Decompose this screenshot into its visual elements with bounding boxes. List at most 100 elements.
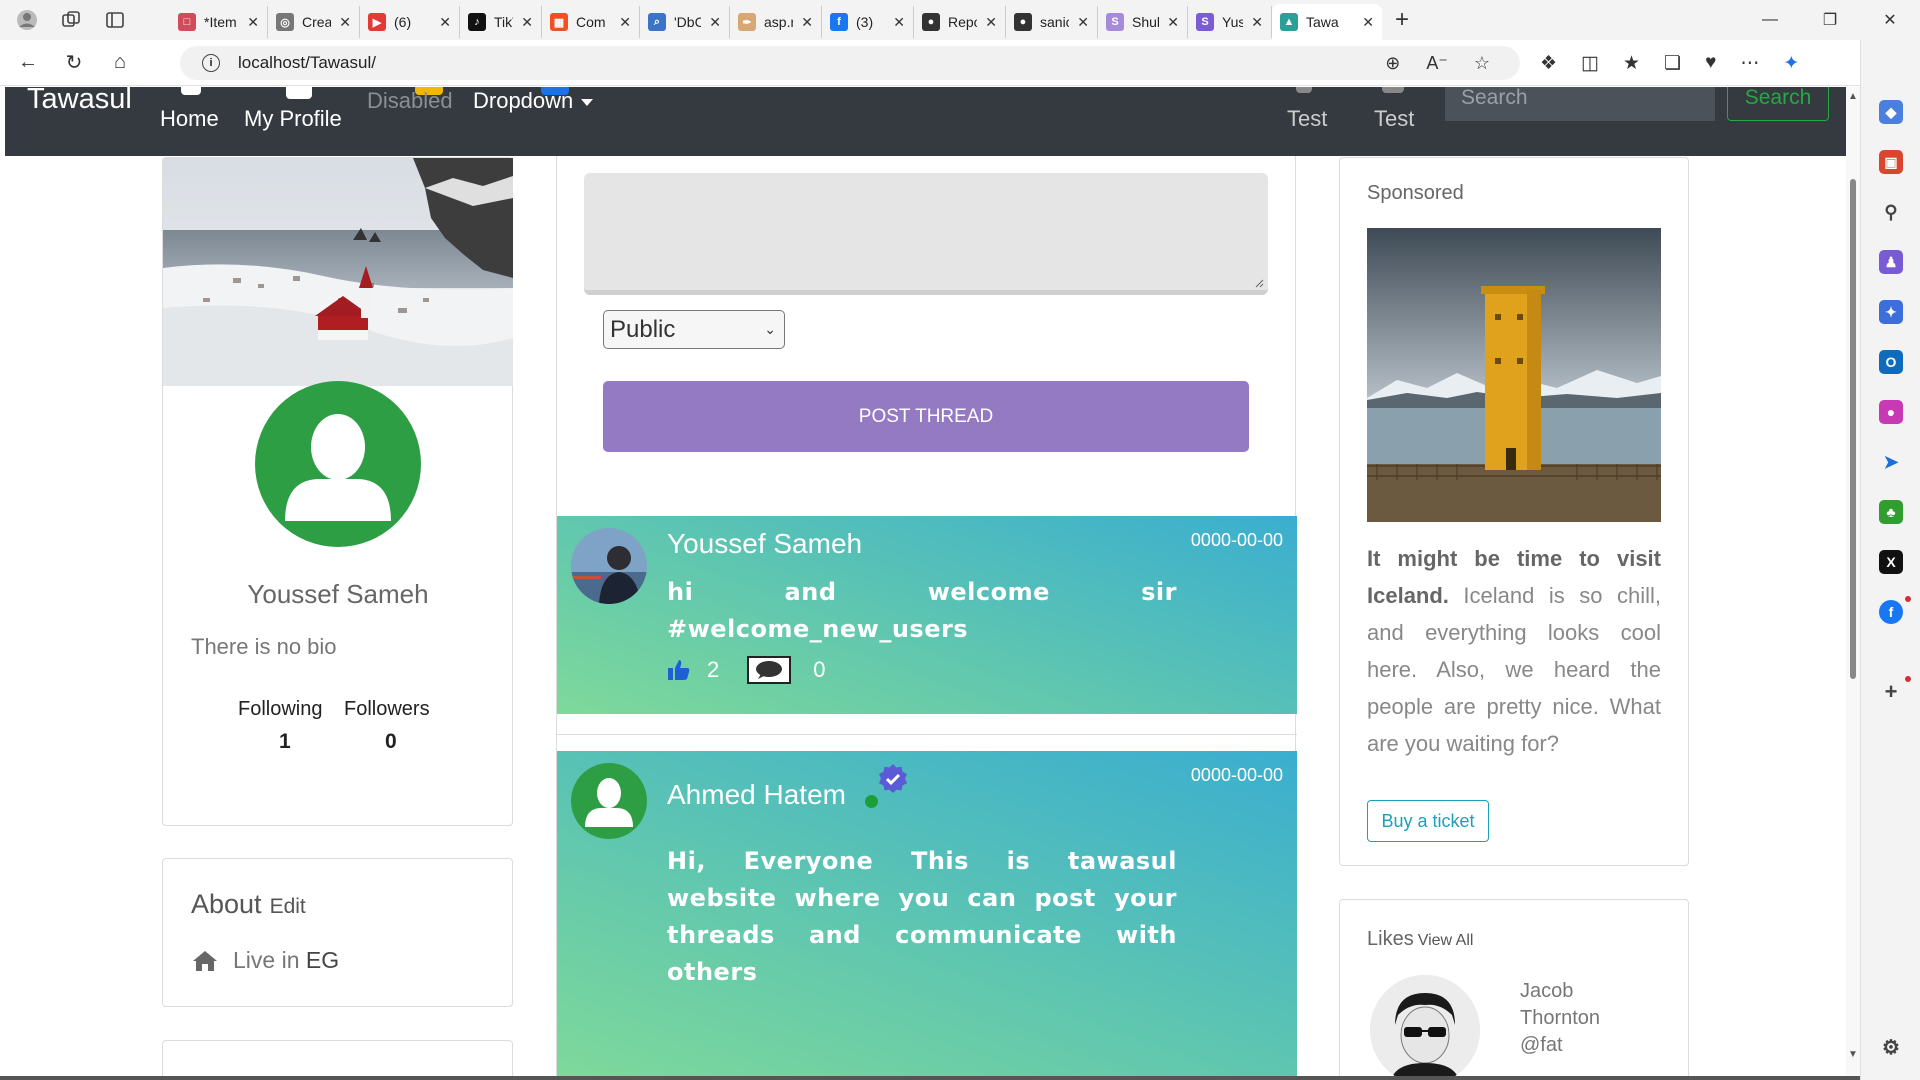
nav-dropdown[interactable]: Dropdown — [473, 88, 594, 114]
tab-close-icon[interactable]: ✕ — [339, 14, 351, 31]
tab-close-icon[interactable]: ✕ — [1077, 14, 1089, 31]
vertical-tabs-icon[interactable] — [102, 7, 128, 33]
url-input[interactable]: i localhost/Tawasul/ ⊕ A⁻ ☆ — [180, 46, 1520, 80]
tab-close-icon[interactable]: ✕ — [985, 14, 997, 31]
facebook-icon[interactable]: f — [1879, 600, 1903, 624]
scroll-down-icon[interactable]: ▼ — [1848, 1049, 1858, 1060]
site-info-icon[interactable]: i — [202, 54, 220, 72]
brand-logo[interactable]: Tawasul — [27, 87, 132, 116]
games-icon[interactable]: ♟ — [1879, 250, 1903, 274]
close-window-icon[interactable]: ✕ — [1860, 10, 1920, 30]
copilot-sidebar-icon[interactable]: ✦ — [1879, 300, 1903, 324]
x-twitter-icon[interactable]: X — [1879, 550, 1903, 574]
refresh-icon[interactable]: ↻ — [56, 50, 92, 75]
tab-close-icon[interactable]: ✕ — [247, 14, 259, 31]
post-thread-button[interactable]: POST THREAD — [603, 381, 1249, 452]
browser-tab[interactable]: ▲ Tawa ✕ — [1272, 4, 1382, 40]
tab-close-icon[interactable]: ✕ — [801, 14, 813, 31]
view-all-link[interactable]: View All — [1418, 932, 1474, 949]
search-input[interactable]: Search — [1445, 87, 1715, 121]
favorite-star-icon[interactable]: ☆ — [1474, 53, 1490, 74]
nav-test-2[interactable]: Test — [1374, 106, 1414, 132]
thread-body-text: Hi, Everyone This is tawasul website whe… — [667, 847, 1177, 949]
scroll-up-icon[interactable]: ▲ — [1848, 91, 1858, 102]
like-person-name[interactable]: Jacob Thornton @fat — [1520, 978, 1600, 1059]
briefcase-icon[interactable]: ▣ — [1879, 150, 1903, 174]
buy-ticket-button[interactable]: Buy a ticket — [1367, 800, 1489, 842]
thread-body: Hi, Everyone This is tawasul website whe… — [667, 843, 1177, 991]
more-menu-icon[interactable]: ⋯ — [1740, 52, 1759, 75]
following-label[interactable]: Following — [238, 698, 322, 721]
tag-icon[interactable]: ◆ — [1879, 100, 1903, 124]
browser-tab[interactable]: ⌕ 'DbC ✕ — [640, 6, 730, 38]
designer-icon[interactable]: ● — [1879, 400, 1903, 424]
nav-test-1[interactable]: Test — [1287, 106, 1327, 132]
browser-tab[interactable]: □ *Item ✕ — [170, 6, 268, 38]
privacy-select[interactable]: Public ⌄ — [603, 310, 785, 349]
tab-close-icon[interactable]: ✕ — [439, 14, 451, 31]
browser-tab[interactable]: ● Repo ✕ — [914, 6, 1006, 38]
tab-close-icon[interactable]: ✕ — [521, 14, 533, 31]
tab-close-icon[interactable]: ✕ — [1251, 14, 1263, 31]
thread-author-avatar[interactable] — [571, 528, 647, 604]
thread-author-avatar[interactable] — [571, 763, 647, 839]
browser-tab[interactable]: ♪ TikTo ✕ — [460, 6, 542, 38]
collections-icon[interactable]: ❏ — [1664, 52, 1681, 75]
profile-icon[interactable] — [14, 7, 40, 33]
like-person-avatar[interactable] — [1370, 975, 1480, 1080]
tab-close-icon[interactable]: ✕ — [709, 14, 721, 31]
browser-tab[interactable]: S Yusu ✕ — [1188, 6, 1272, 38]
restore-icon[interactable]: ❐ — [1800, 10, 1860, 30]
browser-tab[interactable]: ✒ asp.r ✕ — [730, 6, 822, 38]
nav-my-profile[interactable]: My Profile — [244, 106, 342, 132]
scroll-thumb[interactable] — [1850, 179, 1856, 679]
resize-handle-icon[interactable] — [1254, 278, 1264, 288]
tab-close-icon[interactable]: ✕ — [893, 14, 905, 31]
search-sidebar-icon[interactable]: ⚲ — [1879, 200, 1903, 224]
page-scrollbar[interactable]: ▲ ▼ — [1846, 87, 1860, 1080]
thread-body-text: hi and welcome sir — [667, 578, 1177, 606]
minimize-icon[interactable]: — — [1740, 11, 1800, 29]
nav-home[interactable]: Home — [160, 106, 219, 132]
outlook-icon[interactable]: O — [1879, 350, 1903, 374]
performance-icon[interactable]: ♥ — [1705, 52, 1716, 74]
home-icon[interactable]: ⌂ — [102, 51, 138, 74]
favorites-icon[interactable]: ★ — [1623, 52, 1640, 75]
browser-tab[interactable]: ▦ Com ✕ — [542, 6, 640, 38]
back-icon[interactable]: ← — [10, 51, 46, 74]
tab-close-icon[interactable]: ✕ — [1167, 14, 1179, 31]
chevron-down-icon — [581, 98, 594, 106]
thread-hashtag[interactable]: #welcome_new_users — [667, 611, 1177, 648]
copilot-icon[interactable]: ✦ — [1783, 52, 1799, 75]
browser-tab[interactable]: ● sanic ✕ — [1006, 6, 1098, 38]
sponsored-image[interactable] — [1367, 228, 1661, 522]
search-button[interactable]: Search — [1727, 87, 1829, 121]
browser-tab[interactable]: ▶ (6) ✕ — [360, 6, 460, 38]
split-screen-icon[interactable]: ◫ — [1581, 52, 1599, 75]
like-thumb-icon[interactable] — [667, 659, 691, 681]
extensions-icon[interactable]: ❖ — [1540, 52, 1557, 75]
house-icon — [193, 950, 217, 971]
thread-author-name[interactable]: Ahmed Hatem — [667, 779, 846, 811]
browser-tab[interactable]: S Shub ✕ — [1098, 6, 1188, 38]
profile-avatar[interactable] — [255, 381, 421, 547]
thread-author-name[interactable]: Youssef Sameh — [667, 528, 862, 560]
about-title: About Edit — [191, 889, 306, 920]
tab-close-icon[interactable]: ✕ — [619, 14, 631, 31]
workspaces-icon[interactable] — [58, 7, 84, 33]
comment-count: 0 — [813, 657, 826, 682]
browser-tab[interactable]: f (3) ✕ — [822, 6, 914, 38]
tree-icon[interactable]: ♣ — [1879, 500, 1903, 524]
about-edit-link[interactable]: Edit — [270, 895, 306, 918]
settings-gear-icon[interactable]: ⚙ — [1879, 1035, 1903, 1059]
add-sidebar-icon[interactable]: + — [1879, 679, 1903, 704]
comment-icon[interactable] — [747, 656, 792, 684]
browser-tab[interactable]: ◎ Creat ✕ — [268, 6, 360, 38]
read-aloud-icon[interactable]: A⁻ — [1426, 53, 1448, 74]
new-tab-button[interactable]: + — [1382, 6, 1422, 34]
zoom-icon[interactable]: ⊕ — [1385, 53, 1400, 74]
followers-label[interactable]: Followers — [344, 698, 430, 721]
send-icon[interactable]: ➤ — [1879, 450, 1903, 474]
tab-close-icon[interactable]: ✕ — [1362, 14, 1374, 31]
thread-textarea[interactable] — [584, 173, 1268, 295]
